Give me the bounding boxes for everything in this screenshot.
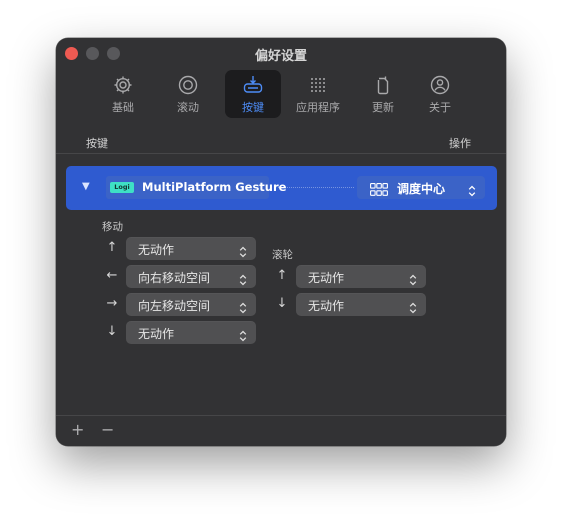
app-grid-icon <box>307 74 329 96</box>
device-row-selected[interactable]: ▼ Logi MultiPlatform Gesture 调度中心 <box>66 166 497 210</box>
tab-buttons[interactable]: 按键 <box>225 70 281 118</box>
move-left-select[interactable]: 向右移动空间 <box>126 265 256 288</box>
move-down-select[interactable]: 无动作 <box>126 321 256 344</box>
move-left-value: 向右移动空间 <box>138 271 211 285</box>
chevron-up-down-icon <box>239 271 247 286</box>
move-right-select[interactable]: 向左移动空间 <box>126 293 256 316</box>
scroll-up-value: 无动作 <box>308 271 345 285</box>
tab-about-label: 关于 <box>429 101 451 114</box>
tab-basics-label: 基础 <box>112 101 134 114</box>
scroll-icon <box>177 74 199 96</box>
remove-button[interactable]: − <box>101 420 114 440</box>
scroll-arrow-up-icon: ↑ <box>276 268 288 283</box>
gear-icon <box>112 74 134 96</box>
scroll-down-value: 无动作 <box>308 299 345 313</box>
add-button[interactable]: + <box>71 420 84 440</box>
arrow-down-icon: ↓ <box>106 324 118 339</box>
move-down-value: 无动作 <box>138 327 175 341</box>
move-right-value: 向左移动空间 <box>138 299 211 313</box>
column-header-action: 操作 <box>449 137 471 150</box>
tab-applications-label: 应用程序 <box>296 101 340 114</box>
chevron-up-down-icon <box>239 299 247 314</box>
window-title: 偏好设置 <box>254 49 307 64</box>
preferences-window: 偏好设置 基础 滚动 按键 应用程序 更新 关于 按键 操作 ▼ Logi Mu… <box>56 38 506 446</box>
tab-applications[interactable]: 应用程序 <box>290 70 346 118</box>
chevron-up-down-icon <box>468 182 476 197</box>
toolbar: 基础 滚动 按键 应用程序 更新 关于 <box>56 70 506 120</box>
move-up-value: 无动作 <box>138 243 175 257</box>
chevron-up-down-icon <box>409 299 417 314</box>
mission-control-grid-icon <box>370 181 388 196</box>
table-header: 按键 操作 <box>56 135 506 151</box>
device-action-label: 调度中心 <box>397 182 446 196</box>
arrow-right-icon: → <box>106 296 118 311</box>
scroll-down-select[interactable]: 无动作 <box>296 293 426 316</box>
update-icon <box>372 74 394 96</box>
move-up-select[interactable]: 无动作 <box>126 237 256 260</box>
chevron-up-down-icon <box>239 327 247 342</box>
move-section-label: 移动 <box>102 221 123 233</box>
tab-basics[interactable]: 基础 <box>95 70 151 118</box>
scroll-up-select[interactable]: 无动作 <box>296 265 426 288</box>
tab-update[interactable]: 更新 <box>355 70 411 118</box>
chevron-up-down-icon <box>239 243 247 258</box>
chevron-up-down-icon <box>409 271 417 286</box>
tab-buttons-label: 按键 <box>242 101 264 114</box>
device-chip: Logi MultiPlatform Gesture <box>106 176 286 199</box>
scroll-section-label: 滚轮 <box>272 249 293 261</box>
tab-update-label: 更新 <box>372 101 394 114</box>
disclosure-triangle-icon[interactable]: ▼ <box>82 181 90 192</box>
footer-divider <box>56 415 506 416</box>
tab-scrolling[interactable]: 滚动 <box>160 70 216 118</box>
arrow-up-icon: ↑ <box>106 240 118 255</box>
tab-scrolling-label: 滚动 <box>177 101 199 114</box>
column-header-buttons: 按键 <box>86 137 108 150</box>
device-name: MultiPlatform Gesture <box>142 180 287 194</box>
scroll-arrow-down-icon: ↓ <box>276 296 288 311</box>
logi-badge: Logi <box>110 182 134 193</box>
keyboard-mouse-icon <box>242 74 264 96</box>
arrow-left-icon: ← <box>106 268 118 283</box>
tab-about[interactable]: 关于 <box>412 70 468 118</box>
about-icon <box>429 74 451 96</box>
device-action-select[interactable]: 调度中心 <box>357 176 485 199</box>
dotted-connector <box>278 187 354 188</box>
header-divider <box>56 153 506 154</box>
